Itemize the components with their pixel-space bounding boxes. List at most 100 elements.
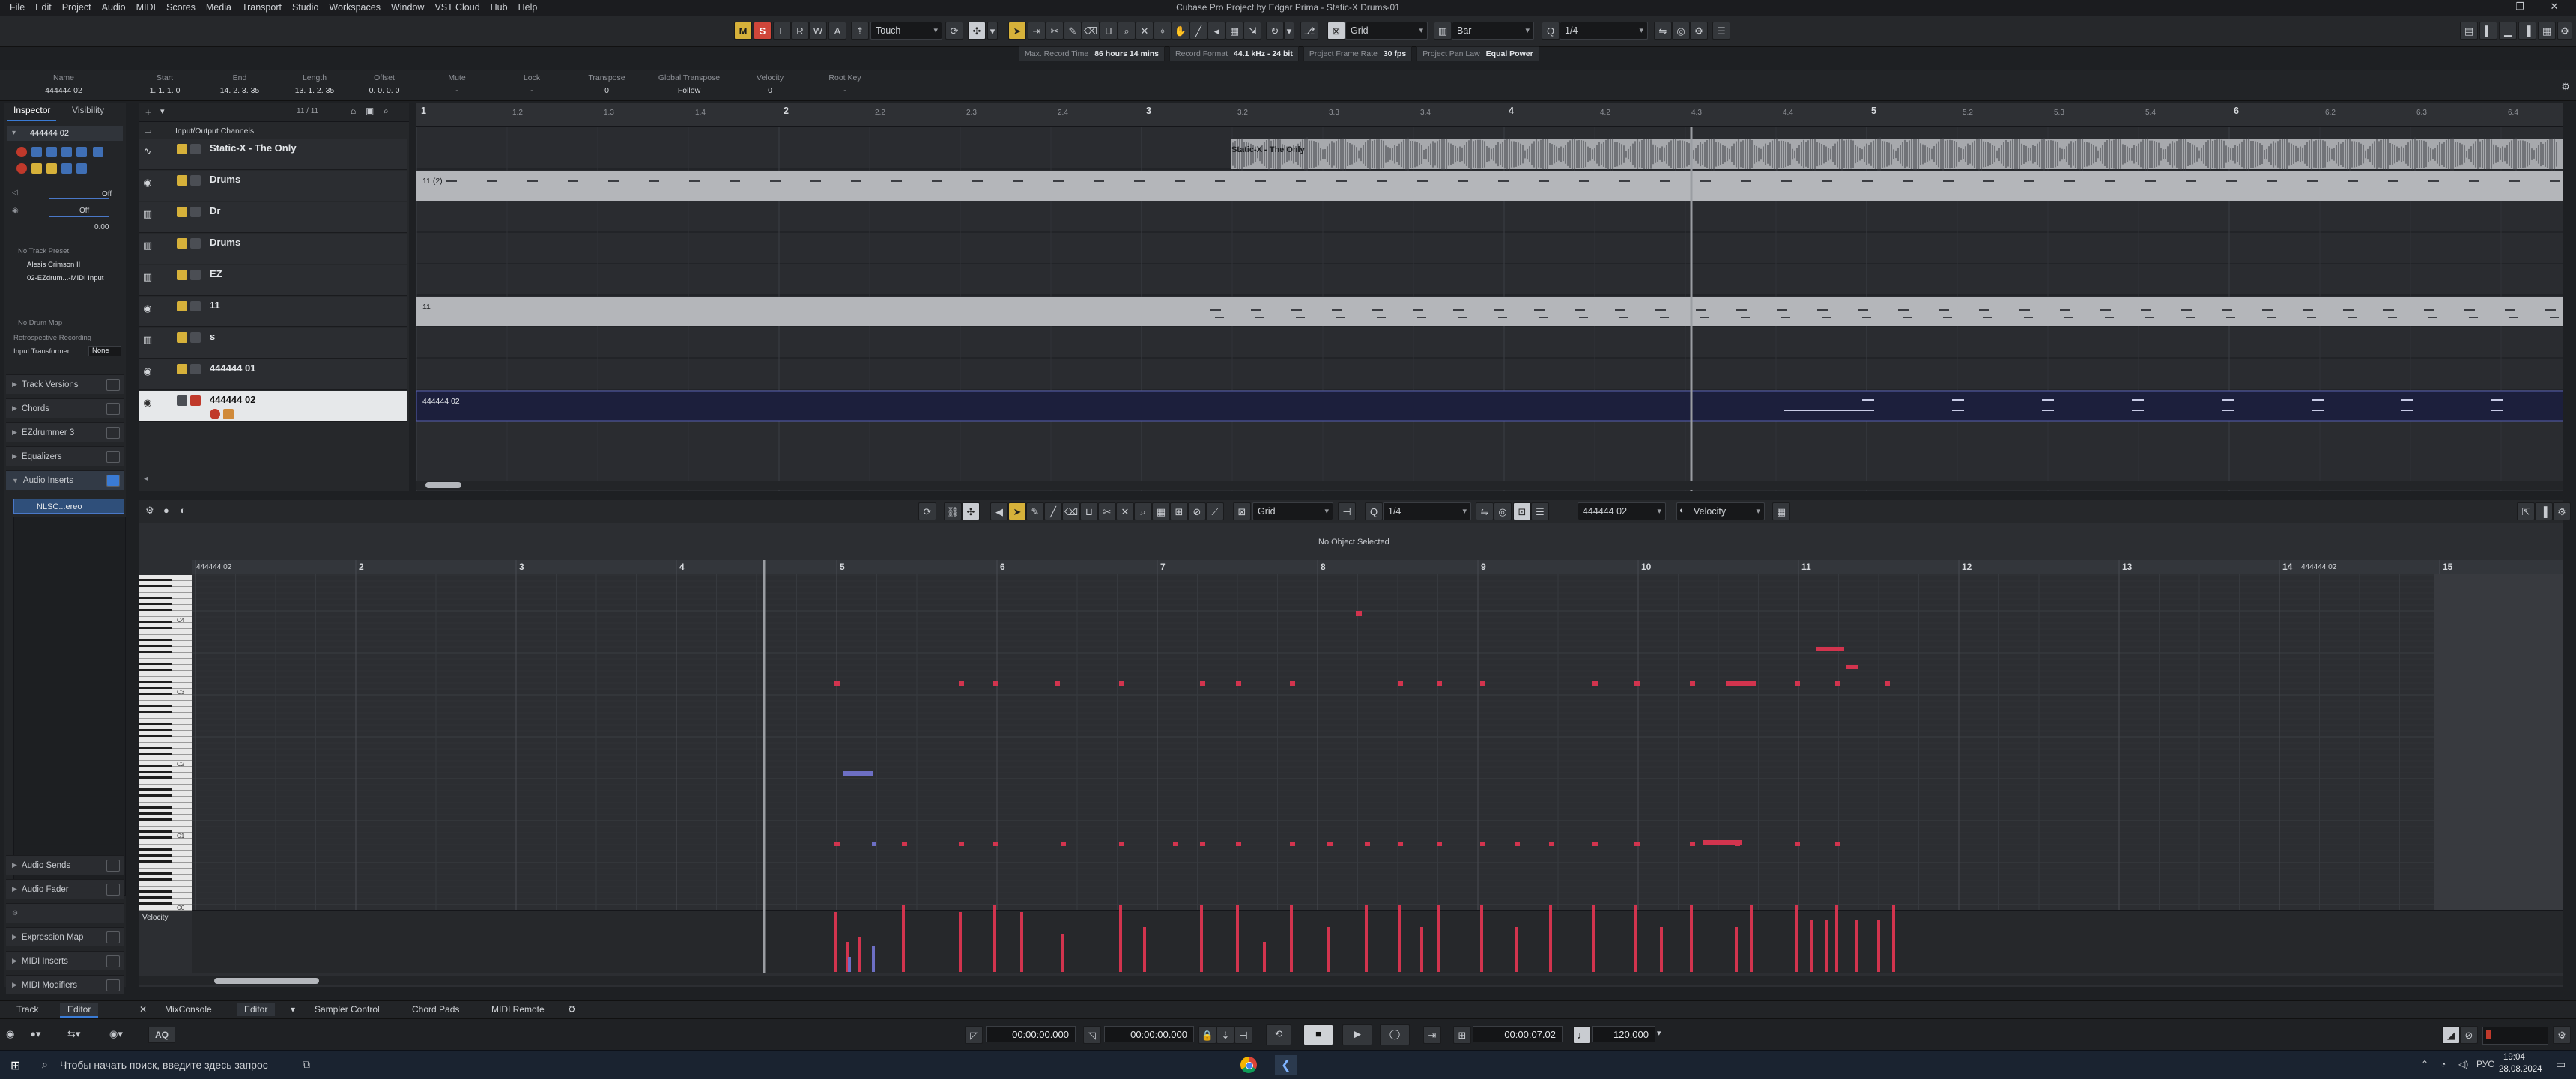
- tab-inspector[interactable]: Inspector: [7, 103, 57, 121]
- velocity-bar[interactable]: [1735, 927, 1738, 972]
- activity-icon[interactable]: ◢: [2442, 1026, 2460, 1044]
- editor-select-tool-icon[interactable]: ➤: [1008, 502, 1026, 520]
- clock-time[interactable]: 19:04: [2503, 1053, 2525, 1062]
- io-folder[interactable]: ▭ Input/Output Channels: [139, 124, 409, 138]
- section-midi-inserts[interactable]: ▶ MIDI Inserts: [6, 951, 124, 970]
- track-name[interactable]: EZ: [210, 268, 222, 279]
- midi-note[interactable]: [959, 681, 964, 686]
- track-name[interactable]: 444444 02: [210, 394, 255, 405]
- piano-key-white[interactable]: [139, 695, 192, 701]
- track-name[interactable]: Drums: [210, 237, 240, 248]
- editor-gear-icon[interactable]: ⚙: [2553, 502, 2571, 520]
- section-expression-map[interactable]: ▶ Expression Map: [6, 927, 124, 946]
- tab-track[interactable]: Track: [9, 1003, 46, 1016]
- go-right-locator-icon[interactable]: ◹: [1083, 1026, 1101, 1044]
- insert-slots-area[interactable]: [13, 517, 126, 896]
- midi-note[interactable]: [1398, 842, 1403, 846]
- piano-key-white[interactable]: [139, 821, 192, 827]
- timeline-ruler[interactable]: 1 1.2 1.3 1.4 2 2.2 2.3 2.4 3 3.2 3.3 3.…: [416, 103, 2563, 127]
- velocity-bar[interactable]: [959, 912, 962, 972]
- info-root-key[interactable]: Root Key -: [816, 73, 873, 95]
- midi-note[interactable]: [1356, 611, 1362, 616]
- track-list-menu-icon[interactable]: ▾: [160, 106, 165, 116]
- velocity-bar[interactable]: [1877, 920, 1880, 972]
- scroll-thumb[interactable]: [214, 978, 319, 984]
- hand-tool-icon[interactable]: ✋: [1172, 22, 1189, 40]
- editor-grid-icon[interactable]: ⊣: [1338, 502, 1356, 520]
- solo-icon[interactable]: [190, 395, 201, 406]
- status-frame-rate[interactable]: Project Frame Rate 30 fps: [1303, 46, 1413, 61]
- clock-date[interactable]: 28.08.2024: [2499, 1065, 2542, 1074]
- status-pan-law[interactable]: Project Pan Law Equal Power: [1416, 46, 1539, 61]
- velocity-slider[interactable]: [49, 216, 109, 217]
- piano-key-white[interactable]: [139, 713, 192, 719]
- track-preset[interactable]: No Track Preset: [7, 247, 133, 258]
- section-audio-sends[interactable]: ▶ Audio Sends: [6, 855, 124, 875]
- editor-acoustic-icon[interactable]: ◐: [180, 505, 186, 516]
- midi-note[interactable]: [959, 842, 964, 846]
- editor-glue-tool-icon[interactable]: ⊞: [1170, 502, 1188, 520]
- midi-note[interactable]: [1200, 842, 1205, 846]
- metronome-icon[interactable]: ♩: [1573, 1026, 1591, 1044]
- velocity-bar[interactable]: [1290, 905, 1293, 972]
- close-button[interactable]: ✕: [2537, 1, 2572, 13]
- section-settings[interactable]: ⚙: [6, 903, 124, 923]
- midi-note[interactable]: [1236, 842, 1241, 846]
- velocity-bar[interactable]: [1750, 905, 1753, 972]
- section-audio-fader[interactable]: ▶ Audio Fader: [6, 879, 124, 899]
- track-row[interactable]: ▥ EZ: [139, 265, 407, 296]
- velocity-bar[interactable]: [1549, 905, 1552, 972]
- menu-file[interactable]: File: [4, 0, 30, 16]
- menu-help[interactable]: Help: [513, 0, 543, 16]
- chrome-icon[interactable]: [1240, 1057, 1257, 1073]
- tray-arrow-icon[interactable]: ⌃: [2421, 1059, 2428, 1069]
- info-start[interactable]: Start 1. 1. 1. 0: [139, 73, 191, 95]
- eq-icon[interactable]: [76, 163, 87, 174]
- close-icon[interactable]: ✕: [132, 1003, 154, 1016]
- track-name[interactable]: 444444 01: [210, 362, 255, 374]
- editor-layout-icon[interactable]: ▐: [2535, 502, 2553, 520]
- volume-icon[interactable]: ◁): [2458, 1059, 2468, 1069]
- solo-icon[interactable]: [190, 175, 201, 186]
- info-velocity[interactable]: Velocity 0: [745, 73, 795, 95]
- quantize-settings-icon[interactable]: ⚙: [1690, 22, 1708, 40]
- midi-note-blue[interactable]: [843, 771, 873, 776]
- track-row[interactable]: ▥ Dr: [139, 202, 407, 233]
- solo-all-button[interactable]: S: [754, 22, 772, 40]
- mute-icon[interactable]: [177, 144, 187, 154]
- midi-note[interactable]: [1480, 842, 1485, 846]
- track-row[interactable]: ▥ Drums: [139, 234, 407, 264]
- info-offset[interactable]: Offset 0. 0. 0. 0: [358, 73, 410, 95]
- velocity-bar[interactable]: [834, 912, 837, 972]
- retrospective-recording[interactable]: Retrospective Recording: [7, 334, 129, 344]
- editor-grid-view-icon[interactable]: ▦: [1772, 502, 1790, 520]
- midi-note[interactable]: [1634, 842, 1640, 846]
- track-row[interactable]: ∿ Static-X - The Only: [139, 139, 407, 170]
- velocity-bar[interactable]: [1480, 905, 1483, 972]
- info-mute[interactable]: Mute -: [434, 73, 479, 95]
- midi-note[interactable]: [1055, 681, 1060, 686]
- info-lock[interactable]: Lock -: [509, 73, 554, 95]
- menu-hub[interactable]: Hub: [485, 0, 513, 16]
- solo-icon[interactable]: [190, 270, 201, 280]
- transport-settings-icon[interactable]: ⚙: [2553, 1026, 2571, 1044]
- piano-key-white[interactable]: [139, 737, 192, 743]
- quantize-select[interactable]: 1/4: [1560, 22, 1648, 40]
- midi-note[interactable]: [1480, 681, 1485, 686]
- punch-out-icon[interactable]: ⊣: [1234, 1026, 1252, 1044]
- editor-ruler[interactable]: [192, 560, 2563, 574]
- midi-note[interactable]: [1327, 842, 1333, 846]
- editor-quantize-icon[interactable]: Q: [1365, 502, 1383, 520]
- zoom-tool-icon[interactable]: ⌕: [1118, 22, 1136, 40]
- velocity-bar[interactable]: [1327, 927, 1330, 972]
- freeze-icon[interactable]: [93, 147, 103, 157]
- read-automation-button[interactable]: R: [791, 22, 809, 40]
- taskbar-search[interactable]: Чтобы начать поиск, введите здесь запрос: [60, 1059, 268, 1071]
- midi-note[interactable]: [1173, 842, 1178, 846]
- minimize-button[interactable]: —: [2468, 1, 2503, 13]
- menu-window[interactable]: Window: [386, 0, 429, 16]
- object-selection-tool-icon[interactable]: ➤: [1008, 22, 1026, 40]
- editor-apply-icon[interactable]: ◎: [1494, 502, 1512, 520]
- editor-link-icon[interactable]: ⛓: [944, 502, 962, 520]
- midi-note[interactable]: [1290, 842, 1295, 846]
